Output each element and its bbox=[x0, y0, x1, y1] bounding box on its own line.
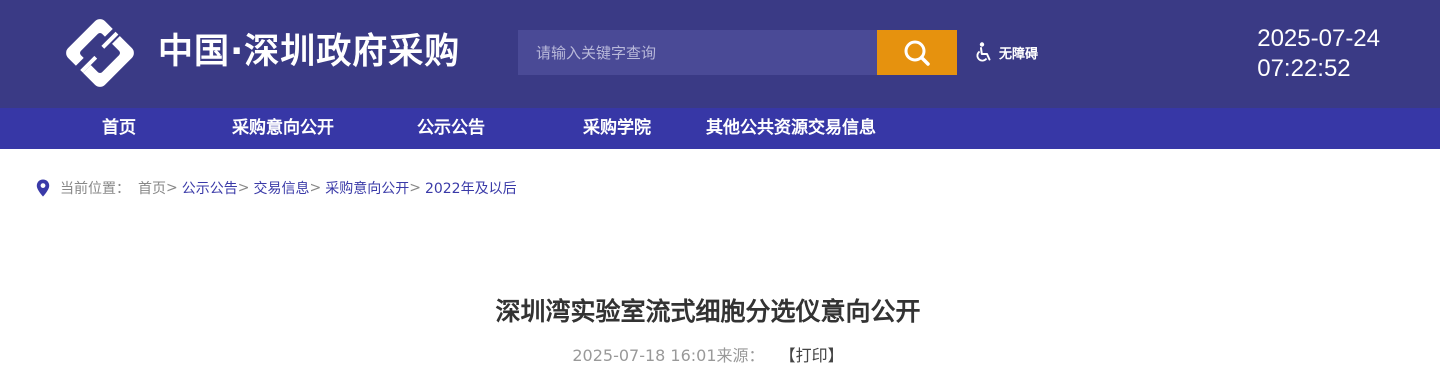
search-button[interactable] bbox=[877, 30, 957, 75]
print-link[interactable]: 【打印】 bbox=[780, 346, 844, 365]
breadcrumb-item-home[interactable]: 首页 bbox=[138, 178, 166, 198]
breadcrumb-item-announcements[interactable]: 公示公告 bbox=[182, 178, 238, 198]
search-input[interactable] bbox=[518, 30, 878, 75]
main-nav: 首页 采购意向公开 公示公告 采购学院 其他公共资源交易信息 bbox=[0, 108, 1440, 149]
article-date: 2025-07-18 16:01 bbox=[572, 346, 717, 365]
breadcrumb-item-procurement-intent[interactable]: 采购意向公开 bbox=[325, 178, 409, 198]
nav-item-home[interactable]: 首页 bbox=[102, 108, 136, 149]
nav-item-other-trading-info[interactable]: 其他公共资源交易信息 bbox=[706, 108, 876, 149]
clock-time: 07:22:52 bbox=[1257, 55, 1351, 82]
breadcrumb: 当前位置： 首页 > 公示公告 > 交易信息 > 采购意向公开 > 2022年及… bbox=[36, 178, 517, 198]
search-icon bbox=[904, 40, 930, 66]
breadcrumb-separator: > bbox=[237, 180, 250, 196]
location-pin-icon bbox=[36, 179, 50, 197]
accessibility-label: 无障碍 bbox=[999, 46, 1039, 62]
nav-item-academy[interactable]: 采购学院 bbox=[583, 108, 651, 149]
site-title: 中国·深圳政府采购 bbox=[158, 32, 461, 72]
article-source-label: 来源： bbox=[716, 346, 765, 365]
clock: 2025-07-24 07:22:52 bbox=[1257, 24, 1380, 84]
site-header: 中国·深圳政府采购 无障碍 2025-07-24 07:22:52 bbox=[0, 0, 1440, 108]
nav-item-procurement-intent[interactable]: 采购意向公开 bbox=[232, 108, 334, 149]
breadcrumb-item-trading-info[interactable]: 交易信息 bbox=[253, 178, 309, 198]
breadcrumb-separator: > bbox=[166, 180, 178, 196]
article-meta: 2025-07-18 16:01来源： 【打印】 bbox=[0, 342, 1416, 366]
wheelchair-icon bbox=[976, 42, 991, 62]
breadcrumb-prefix: 当前位置： bbox=[60, 181, 130, 197]
breadcrumb-separator: > bbox=[309, 180, 322, 196]
clock-date: 2025-07-24 bbox=[1257, 25, 1380, 52]
breadcrumb-separator: > bbox=[409, 180, 421, 196]
article-title: 深圳湾实验室流式细胞分选仪意向公开 bbox=[495, 297, 921, 326]
nav-item-announcements[interactable]: 公示公告 bbox=[417, 108, 485, 149]
site-logo[interactable] bbox=[62, 14, 138, 92]
breadcrumb-item-2022-onward[interactable]: 2022年及以后 bbox=[425, 178, 517, 198]
accessibility-button[interactable]: 无障碍 bbox=[976, 42, 1038, 62]
